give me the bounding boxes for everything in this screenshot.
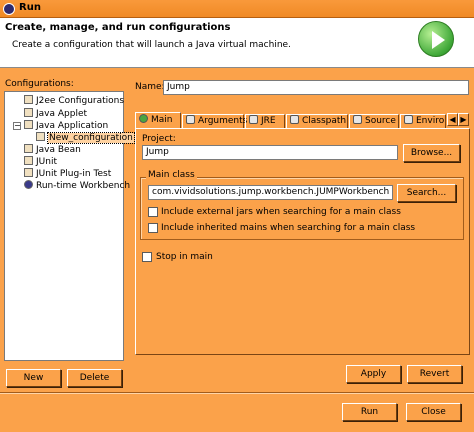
include-inherited-checkbox[interactable] [148, 223, 158, 233]
applet-icon [24, 108, 33, 117]
arguments-icon [186, 115, 195, 124]
configurations-tree[interactable]: J2ee Configurations Java Applet − Java A… [4, 91, 135, 361]
main-tab-panel [135, 128, 470, 355]
tree-item-junit[interactable]: JUnit [24, 156, 57, 168]
name-input[interactable]: Jump [163, 80, 469, 95]
tree-item-j2ee-configurations[interactable]: J2ee Configurations [24, 95, 124, 107]
new-button[interactable]: New [6, 369, 61, 387]
tab-main[interactable]: Main [135, 112, 181, 128]
close-button[interactable]: Close [406, 403, 461, 421]
name-label: Name: [135, 82, 165, 92]
project-input[interactable]: Jump [142, 145, 398, 160]
tree-item-java-bean[interactable]: Java Bean [24, 144, 81, 156]
revert-button[interactable]: Revert [407, 365, 462, 383]
search-button[interactable]: Search... [397, 184, 456, 202]
tab-scroll-right-icon[interactable]: ▶ [458, 113, 469, 126]
environment-icon [404, 115, 413, 124]
collapse-icon[interactable]: − [13, 122, 21, 130]
tab-scroll-left-icon[interactable]: ◀ [447, 113, 458, 126]
config-icon [36, 132, 45, 141]
main-class-group-title: Main class [146, 170, 197, 180]
workbench-icon [24, 180, 33, 189]
tab-source[interactable]: Source [349, 114, 399, 128]
classpath-icon [290, 115, 299, 124]
window-title: Run [19, 2, 41, 13]
tree-item-java-applet[interactable]: Java Applet [24, 108, 87, 120]
title-bar: Run [0, 0, 474, 18]
main-icon [139, 114, 148, 123]
tab-jre[interactable]: JRE [245, 114, 285, 128]
dialog-header: Create, manage, and run configurations C… [0, 18, 474, 68]
tab-environment[interactable]: Enviro [400, 114, 446, 128]
header-title: Create, manage, and run configurations [5, 22, 231, 33]
configurations-label: Configurations: [5, 79, 74, 89]
junit-plugin-icon [24, 168, 33, 177]
include-external-checkbox[interactable] [148, 207, 158, 217]
tab-arguments[interactable]: Arguments [182, 114, 247, 128]
java-app-icon [24, 120, 33, 129]
tree-item-new-configuration[interactable]: New_configuration [36, 132, 135, 144]
tree-item-java-application[interactable]: − Java Application [13, 120, 108, 132]
run-button[interactable]: Run [342, 403, 397, 421]
j2ee-icon [24, 95, 33, 104]
footer-separator [0, 392, 474, 394]
source-icon [353, 115, 362, 124]
include-external-label: Include external jars when searching for… [161, 207, 401, 217]
delete-button[interactable]: Delete [67, 369, 122, 387]
jre-icon [249, 115, 258, 124]
tree-item-runtime-workbench[interactable]: Run-time Workbench [24, 180, 130, 192]
junit-icon [24, 156, 33, 165]
bean-icon [24, 144, 33, 153]
stop-in-main-checkbox[interactable] [142, 252, 152, 262]
tab-classpath[interactable]: Classpath [286, 114, 348, 128]
tree-item-junit-plugin-test[interactable]: JUnit Plug-in Test [24, 168, 111, 180]
browse-button[interactable]: Browse... [403, 144, 460, 162]
project-label: Project: [142, 134, 176, 144]
include-inherited-label: Include inherited mains when searching f… [161, 223, 416, 233]
tab-strip: Main Arguments JRE Classpath Source Envi… [135, 112, 470, 128]
apply-button[interactable]: Apply [346, 365, 401, 383]
main-class-input[interactable]: com.vividsolutions.jump.workbench.JUMPWo… [148, 185, 393, 200]
run-icon [418, 21, 454, 57]
eclipse-icon [3, 3, 15, 15]
stop-in-main-label: Stop in main [156, 252, 213, 262]
header-description: Create a configuration that will launch … [12, 40, 291, 50]
